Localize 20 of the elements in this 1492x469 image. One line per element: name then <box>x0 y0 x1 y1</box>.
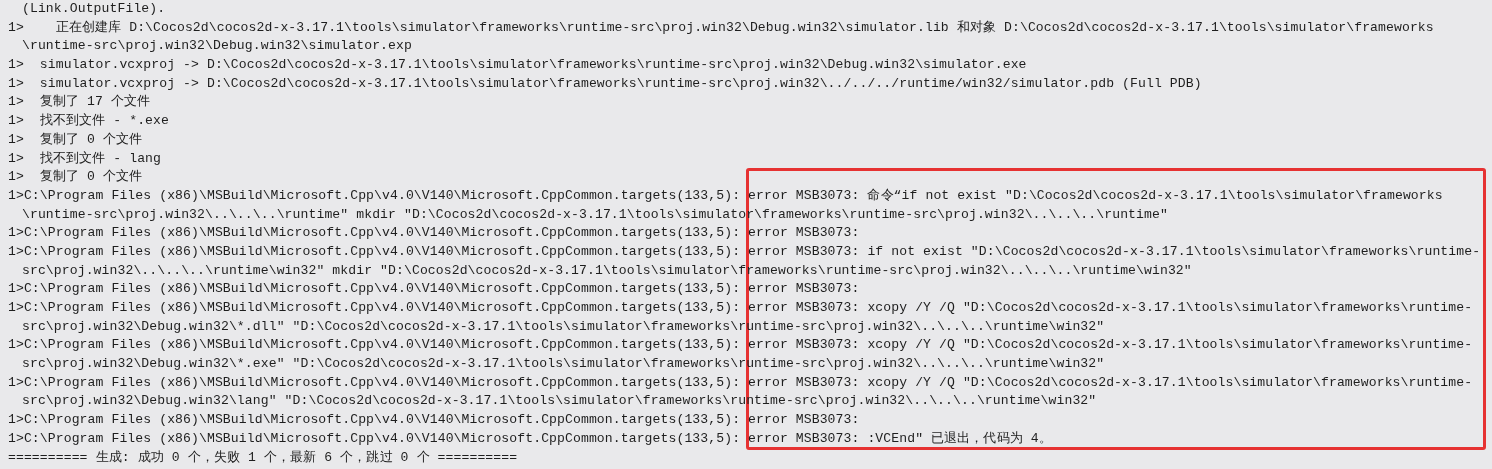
output-line: 1> 复制了 0 个文件 <box>8 130 143 149</box>
output-line: (Link.OutputFile). <box>22 0 166 18</box>
output-line: 1> 复制了 17 个文件 <box>8 93 151 112</box>
output-line: 1>C:\Program Files (x86)\MSBuild\Microsoft.Cpp\v4.0\V140\Microsoft.CppCommon.targets(133,5): error MSB3073: <box>8 280 860 299</box>
output-line: 1> 找不到文件 - lang <box>8 149 162 168</box>
output-line: 1>C:\Program Files (x86)\MSBuild\Microsoft.Cpp\v4.0\V140\Microsoft.CppCommon.targets(133,5): error MSB3073: xcopy /Y /Q "D:\Cocos2d\cocos2d-x-3.17.1\tools\simulator\frameworks\runtime- <box>8 373 1473 392</box>
output-line: 1>C:\Program Files (x86)\MSBuild\Microsoft.Cpp\v4.0\V140\Microsoft.CppCommon.targets(133,5): error MSB3073: xcopy /Y /Q "D:\Cocos2d\cocos2d-x-3.17.1\tools\simulator\frameworks\runtime- <box>8 299 1473 317</box>
output-line: 1> simulator.vcxproj -> D:\Cocos2d\cocos2d-x-3.17.1\tools\simulator\frameworks\runtime-src\proj.win32\../../../runtime/win32/simulator.pdb (Full PDB) <box>8 74 1202 93</box>
output-line: 1> 复制了 0 个文件 <box>8 168 143 187</box>
output-line: 1>C:\Program Files (x86)\MSBuild\Microsoft.Cpp\v4.0\V140\Microsoft.CppCommon.targets(133,5): error MSB3073: 命令“if not exist "D:\Cocos2d\cocos2d-x-3.17.1\tools\simulator\frameworks <box>8 186 1443 205</box>
output-line: 1>C:\Program Files (x86)\MSBuild\Microsoft.Cpp\v4.0\V140\Microsoft.CppCommon.targets(133,5): error MSB3073: xcopy /Y /Q "D:\Cocos2d\cocos2d-x-3.17.1\tools\simulator\frameworks\runtime- <box>8 336 1473 355</box>
output-line: 1>C:\Program Files (x86)\MSBuild\Microsoft.Cpp\v4.0\V140\Microsoft.CppCommon.targets(133,5): error MSB3073: if not exist "D:\Cocos2d\cocos2d-x-3.17.1\tools\simulator\frameworks\runtime- <box>8 242 1481 261</box>
output-line: 1> 正在创建库 D:\Cocos2d\cocos2d-x-3.17.1\tools\simulator\frameworks\runtime-src\proj.win32\Debug.win32\simulator.lib 和对象 D:\Cocos2d\cocos2d-x-3.17.1\tools\simulator\frameworks <box>8 18 1434 37</box>
output-line: 1>C:\Program Files (x86)\MSBuild\Microsoft.Cpp\v4.0\V140\Microsoft.CppCommon.targets(133,5): error MSB3073: <box>8 411 860 430</box>
output-line: 1> 找不到文件 - *.exe <box>8 112 169 131</box>
output-line: 1>C:\Program Files (x86)\MSBuild\Microsoft.Cpp\v4.0\V140\Microsoft.CppCommon.targets(133,5): error MSB3073: :VCEnd" 已退出，代码为 4。 <box>8 429 1052 448</box>
output-line: 1>C:\Program Files (x86)\MSBuild\Microsoft.Cpp\v4.0\V140\Microsoft.CppCommon.targets(133,5): error MSB3073: <box>8 224 860 243</box>
output-line: ========== 生成: 成功 0 个，失败 1 个，最新 6 个，跳过 0 个 ========== <box>8 448 518 467</box>
output-line: 1> simulator.vcxproj -> D:\Cocos2d\cocos2d-x-3.17.1\tools\simulator\frameworks\runtime-src\proj.win32\Debug.win32\simulator.exe <box>8 56 1027 75</box>
output-line: \runtime-src\proj.win32\Debug.win32\simulator.exp <box>22 37 412 56</box>
